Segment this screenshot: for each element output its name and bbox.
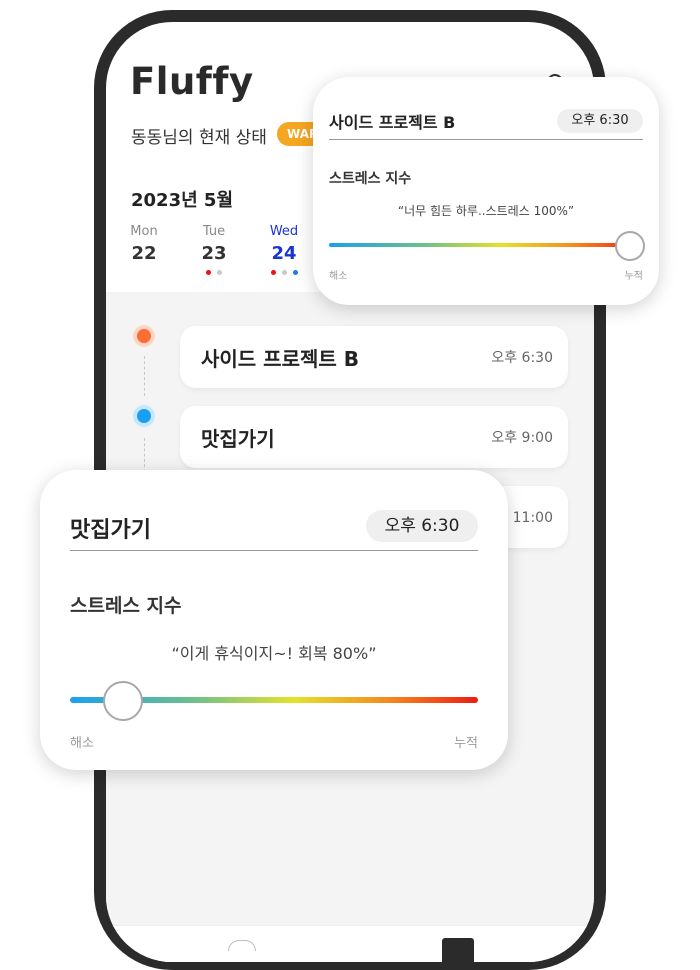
popup-divider bbox=[70, 550, 478, 551]
calendar-tab-icon[interactable] bbox=[442, 938, 474, 962]
calendar-day-tue[interactable]: Tue 23 bbox=[192, 224, 236, 276]
day-name: Tue bbox=[202, 224, 226, 239]
stress-label: 스트레스 지수 bbox=[329, 171, 412, 187]
schedule-time: 오후 9:00 bbox=[491, 430, 553, 446]
day-name: Wed bbox=[269, 224, 299, 239]
schedule-title: 맛집가기 bbox=[201, 427, 275, 451]
slider-max-label: 누적 bbox=[624, 271, 643, 282]
stress-popup-top: 사이드 프로젝트 B 오후 6:30 스트레스 지수 “너무 힘든 하루..스트… bbox=[313, 77, 659, 305]
stress-label: 스트레스 지수 bbox=[70, 595, 182, 617]
popup-time: 오후 6:30 bbox=[366, 510, 478, 542]
popup-time: 오후 6:30 bbox=[557, 109, 643, 133]
stress-slider-track[interactable] bbox=[329, 243, 643, 247]
event-dot bbox=[281, 270, 287, 275]
stress-slider-knob[interactable] bbox=[103, 681, 144, 721]
schedule-card[interactable]: 사이드 프로젝트 B 오후 6:30 bbox=[180, 326, 568, 388]
event-dot bbox=[292, 270, 298, 275]
day-number: 24 bbox=[271, 243, 297, 264]
day-number: 23 bbox=[201, 243, 227, 264]
status-title: 동동님의 현재 상태 bbox=[131, 128, 267, 148]
schedule-time: 오후 6:30 bbox=[491, 350, 553, 366]
stress-popup-bottom: 맛집가기 오후 6:30 스트레스 지수 “이게 휴식이지~! 회복 80%” … bbox=[40, 470, 508, 770]
stress-slider-knob[interactable] bbox=[615, 231, 645, 261]
slider-max-label: 누적 bbox=[454, 736, 478, 751]
calendar-day-wed[interactable]: Wed 24 bbox=[262, 224, 306, 276]
event-dot bbox=[217, 270, 222, 275]
day-name: Mon bbox=[130, 224, 158, 239]
stress-quote: “이게 휴식이지~! 회복 80%” bbox=[171, 644, 377, 663]
popup-title: 사이드 프로젝트 B bbox=[329, 113, 456, 132]
app-logo: Fluffy bbox=[130, 60, 254, 103]
calendar-day-mon[interactable]: Mon 22 bbox=[122, 224, 166, 276]
slider-min-label: 해소 bbox=[70, 736, 94, 751]
stress-quote: “너무 힘든 하루..스트레스 100%” bbox=[397, 204, 575, 218]
timeline-connector bbox=[144, 356, 145, 396]
tab-bar bbox=[106, 925, 594, 962]
slider-min-label: 해소 bbox=[329, 271, 348, 282]
calendar-month[interactable]: 2023년 5월 bbox=[131, 186, 233, 212]
timeline-marker-orange bbox=[137, 329, 151, 343]
event-dot bbox=[206, 270, 211, 275]
popup-title: 맛집가기 bbox=[70, 518, 151, 543]
event-dot bbox=[270, 270, 276, 275]
day-number: 22 bbox=[131, 243, 157, 264]
timeline-marker-blue bbox=[137, 409, 151, 423]
schedule-title: 사이드 프로젝트 B bbox=[201, 347, 359, 371]
popup-divider bbox=[329, 139, 643, 140]
schedule-card[interactable]: 맛집가기 오후 9:00 bbox=[180, 406, 568, 468]
heart-tab-icon[interactable] bbox=[228, 940, 256, 951]
